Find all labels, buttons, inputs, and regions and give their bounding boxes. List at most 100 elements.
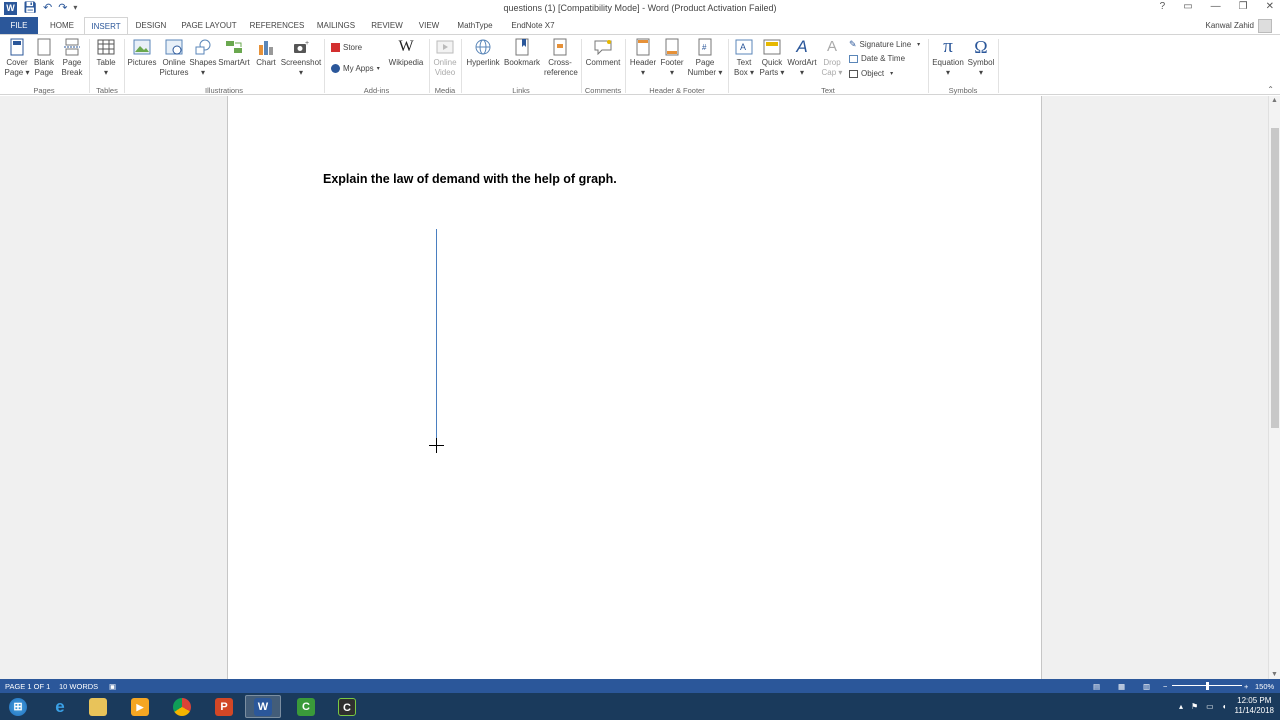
object-button[interactable]: Object ▾ — [849, 69, 893, 78]
screenshot-button[interactable]: + Screenshot ▾ — [280, 38, 322, 78]
svg-text:A: A — [740, 42, 746, 52]
group-separator — [89, 39, 90, 93]
object-icon — [849, 69, 858, 78]
taskbar-ie[interactable]: e — [42, 695, 78, 718]
taskbar-powerpoint[interactable]: P — [206, 695, 242, 718]
my-apps-button[interactable]: My Apps ▾ — [331, 64, 380, 73]
restore-button[interactable]: ❐ — [1239, 1, 1248, 12]
read-mode-icon[interactable]: ▤ — [1093, 682, 1100, 691]
blank-page-button[interactable]: Blank Page — [32, 38, 56, 78]
scroll-thumb[interactable] — [1271, 128, 1279, 428]
group-text-label: Text — [821, 86, 835, 95]
vertical-scrollbar[interactable]: ▲ ▼ — [1268, 96, 1280, 679]
hyperlink-button[interactable]: Hyperlink — [465, 38, 501, 68]
online-video-button[interactable]: Online Video — [432, 38, 458, 78]
calendar-icon — [849, 54, 858, 63]
cover-page-button[interactable]: Cover Page ▾ — [4, 38, 30, 78]
taskbar-media-player[interactable]: ▶ — [122, 695, 158, 718]
bookmark-button[interactable]: Bookmark — [503, 38, 541, 68]
tab-design[interactable]: DESIGN — [132, 17, 170, 34]
question-text[interactable]: Explain the law of demand with the help … — [323, 172, 617, 186]
footer-button[interactable]: Footer ▾ — [658, 38, 686, 78]
print-layout-icon[interactable]: ▦ — [1118, 682, 1125, 691]
ribbon-insert: Cover Page ▾ Blank Page Page Break Pages… — [0, 34, 1280, 95]
close-button[interactable]: ✕ — [1266, 1, 1274, 12]
page-number-button[interactable]: # Page Number ▾ — [686, 38, 724, 78]
drop-cap-button[interactable]: A Drop Cap ▾ — [820, 38, 844, 78]
store-button[interactable]: Store — [331, 43, 362, 52]
clock-time: 12:05 PM — [1237, 696, 1272, 705]
date-time-button[interactable]: Date & Time — [849, 54, 905, 63]
page-break-button[interactable]: Page Break — [59, 38, 85, 78]
taskbar-camtasia-recorder[interactable]: C — [329, 695, 365, 718]
taskbar-camtasia[interactable]: C — [288, 695, 324, 718]
network-icon[interactable]: ▭ — [1206, 702, 1214, 711]
taskbar-word[interactable]: W — [245, 695, 281, 718]
tab-view[interactable]: VIEW — [414, 17, 444, 34]
volume-icon[interactable]: ◖ — [1222, 702, 1227, 711]
hyperlink-icon — [474, 38, 492, 56]
tab-file[interactable]: FILE — [0, 17, 38, 34]
help-icon[interactable]: ? — [1160, 1, 1166, 12]
minimize-button[interactable]: — — [1211, 1, 1221, 12]
tab-page-layout[interactable]: PAGE LAYOUT — [176, 17, 242, 34]
tab-mailings[interactable]: MAILINGS — [312, 17, 360, 34]
ribbon-display-options-icon[interactable]: ▭ — [1183, 1, 1192, 12]
smartart-button[interactable]: SmartArt — [217, 38, 251, 68]
proofing-icon[interactable]: ▣ — [109, 682, 116, 691]
collapse-ribbon-icon[interactable]: ⌃ — [1267, 85, 1274, 94]
clock[interactable]: 12:05 PM 11/14/2018 — [1235, 696, 1274, 716]
text-box-button[interactable]: A Text Box ▾ — [731, 38, 757, 78]
shapes-icon — [194, 38, 212, 56]
equation-button[interactable]: π Equation ▾ — [931, 36, 965, 78]
shapes-button[interactable]: Shapes ▾ — [189, 38, 217, 78]
comment-button[interactable]: Comment — [585, 38, 621, 68]
pictures-button[interactable]: Pictures — [127, 38, 157, 68]
cross-reference-button[interactable]: Cross- reference — [544, 38, 578, 78]
group-separator — [461, 39, 462, 93]
chart-button[interactable]: Chart — [254, 38, 278, 68]
camtasia-recorder-icon: C — [338, 697, 356, 716]
header-button[interactable]: Header ▾ — [628, 38, 658, 78]
zoom-in-icon[interactable]: + — [1244, 682, 1248, 691]
wikipedia-button[interactable]: W Wikipedia — [388, 38, 424, 68]
powerpoint-icon: P — [215, 697, 233, 716]
online-pictures-button[interactable]: Online Pictures — [159, 38, 189, 78]
table-button[interactable]: Table ▾ — [94, 38, 118, 78]
word-count[interactable]: 10 WORDS — [59, 682, 98, 691]
group-header-footer-label: Header & Footer — [649, 86, 705, 95]
signature-line-button[interactable]: ✎ Signature Line ▾ — [849, 39, 920, 50]
page-count[interactable]: PAGE 1 OF 1 — [5, 682, 50, 691]
taskbar-explorer[interactable] — [80, 695, 116, 718]
user-account[interactable]: Kanwal Zahid — [1206, 17, 1272, 34]
scroll-up-icon[interactable]: ▲ — [1271, 97, 1278, 104]
tab-insert[interactable]: INSERT — [84, 17, 128, 34]
symbol-button[interactable]: Ω Symbol ▾ — [966, 38, 996, 78]
camtasia-icon: C — [297, 697, 315, 716]
drawn-vertical-line[interactable] — [436, 229, 437, 445]
clock-date: 11/14/2018 — [1234, 706, 1274, 715]
tab-mathtype[interactable]: MathType — [450, 17, 500, 34]
quick-parts-icon — [763, 38, 781, 56]
comment-icon — [594, 38, 612, 56]
pi-icon: π — [943, 36, 953, 57]
taskbar-chrome[interactable] — [164, 695, 200, 718]
document-page[interactable]: Explain the law of demand with the help … — [227, 96, 1042, 679]
scroll-down-icon[interactable]: ▼ — [1271, 671, 1278, 678]
flag-icon[interactable]: ⚑ — [1191, 702, 1198, 711]
tab-references[interactable]: REFERENCES — [248, 17, 306, 34]
quick-parts-button[interactable]: Quick Parts ▾ — [759, 38, 785, 78]
web-layout-icon[interactable]: ▥ — [1143, 682, 1150, 691]
show-hidden-icons-icon[interactable]: ▴ — [1179, 702, 1183, 711]
zoom-out-icon[interactable]: − — [1163, 682, 1167, 691]
tab-home[interactable]: HOME — [44, 17, 80, 34]
start-button[interactable]: ⊞ — [0, 695, 36, 718]
page-number-icon: # — [696, 38, 714, 56]
tab-review[interactable]: REVIEW — [366, 17, 408, 34]
group-pages-label: Pages — [33, 86, 55, 95]
tab-endnote[interactable]: EndNote X7 — [506, 17, 560, 34]
wordart-button[interactable]: A WordArt ▾ — [786, 38, 818, 78]
zoom-level[interactable]: 150% — [1255, 682, 1274, 691]
svg-text:#: # — [702, 43, 707, 52]
zoom-slider-knob[interactable] — [1206, 682, 1209, 690]
